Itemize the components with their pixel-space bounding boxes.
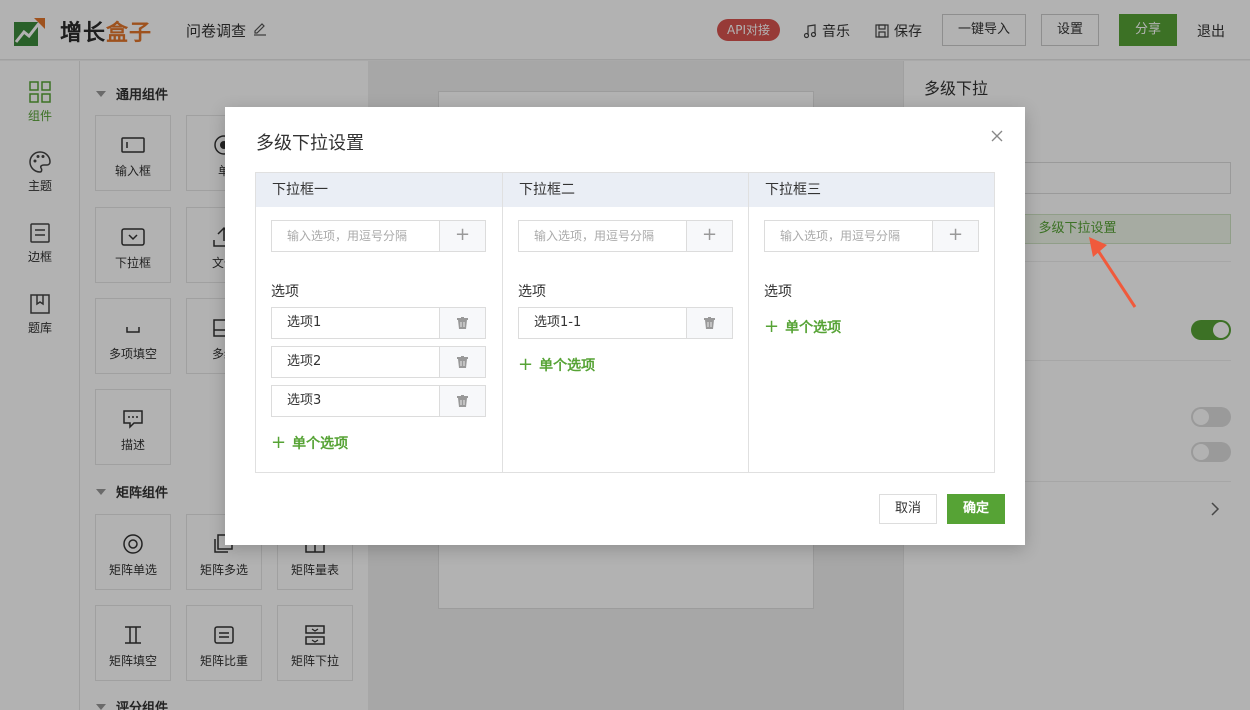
add-single-option-button[interactable]: + 单个选项 bbox=[518, 355, 595, 375]
plus-icon: + bbox=[518, 354, 534, 375]
batch-add-row: 输入选项，用逗号分隔 + bbox=[271, 220, 486, 252]
trash-icon bbox=[704, 317, 715, 329]
confirm-button[interactable]: 确定 bbox=[947, 494, 1005, 524]
option-row: 选项1 bbox=[271, 307, 486, 339]
add-batch-button[interactable]: + bbox=[932, 220, 979, 252]
options-label: 选项 bbox=[518, 284, 546, 300]
column-header: 下拉框二 bbox=[503, 173, 748, 207]
levels-grid: 下拉框一 输入选项，用逗号分隔 + 选项 选项1 选项2 选项3 + 单个选项 … bbox=[255, 172, 995, 473]
annotation-arrow-icon bbox=[1089, 237, 1137, 308]
delete-option-button[interactable] bbox=[439, 385, 486, 417]
dialog-title: 多级下拉设置 bbox=[256, 133, 364, 154]
column-header: 下拉框一 bbox=[256, 173, 502, 207]
add-single-label: 单个选项 bbox=[785, 320, 842, 336]
delete-option-button[interactable] bbox=[439, 307, 486, 339]
batch-options-input[interactable]: 输入选项，用逗号分隔 bbox=[518, 220, 686, 252]
options-label: 选项 bbox=[271, 284, 299, 300]
option-input[interactable]: 选项3 bbox=[271, 385, 439, 417]
level-column-3: 下拉框三 输入选项，用逗号分隔 + 选项 + 单个选项 bbox=[748, 173, 994, 472]
plus-icon: + bbox=[764, 316, 780, 337]
option-input[interactable]: 选项2 bbox=[271, 346, 439, 378]
trash-icon bbox=[457, 395, 468, 407]
add-single-label: 单个选项 bbox=[292, 436, 349, 452]
delete-option-button[interactable] bbox=[439, 346, 486, 378]
add-batch-button[interactable]: + bbox=[686, 220, 733, 252]
cancel-button[interactable]: 取消 bbox=[879, 494, 937, 524]
options-label: 选项 bbox=[764, 284, 792, 300]
column-header: 下拉框三 bbox=[749, 173, 994, 207]
batch-options-input[interactable]: 输入选项，用逗号分隔 bbox=[271, 220, 439, 252]
add-single-option-button[interactable]: + 单个选项 bbox=[271, 433, 348, 453]
option-row: 选项1-1 bbox=[518, 307, 733, 339]
batch-add-row: 输入选项，用逗号分隔 + bbox=[518, 220, 733, 252]
add-single-label: 单个选项 bbox=[539, 358, 596, 374]
option-row: 选项2 bbox=[271, 346, 486, 378]
multilevel-dialog: 多级下拉设置 下拉框一 输入选项，用逗号分隔 + 选项 选项1 选项2 选项3 … bbox=[225, 107, 1025, 545]
trash-icon bbox=[457, 356, 468, 368]
option-input[interactable]: 选项1 bbox=[271, 307, 439, 339]
trash-icon bbox=[457, 317, 468, 329]
plus-icon: + bbox=[271, 432, 287, 453]
close-icon[interactable] bbox=[990, 129, 1004, 143]
add-batch-button[interactable]: + bbox=[439, 220, 486, 252]
batch-add-row: 输入选项，用逗号分隔 + bbox=[764, 220, 979, 252]
option-row: 选项3 bbox=[271, 385, 486, 417]
delete-option-button[interactable] bbox=[686, 307, 733, 339]
option-input[interactable]: 选项1-1 bbox=[518, 307, 686, 339]
level-column-1: 下拉框一 输入选项，用逗号分隔 + 选项 选项1 选项2 选项3 + 单个选项 bbox=[256, 173, 502, 472]
batch-options-input[interactable]: 输入选项，用逗号分隔 bbox=[764, 220, 932, 252]
level-column-2: 下拉框二 输入选项，用逗号分隔 + 选项 选项1-1 + 单个选项 bbox=[502, 173, 748, 472]
add-single-option-button[interactable]: + 单个选项 bbox=[764, 317, 841, 337]
